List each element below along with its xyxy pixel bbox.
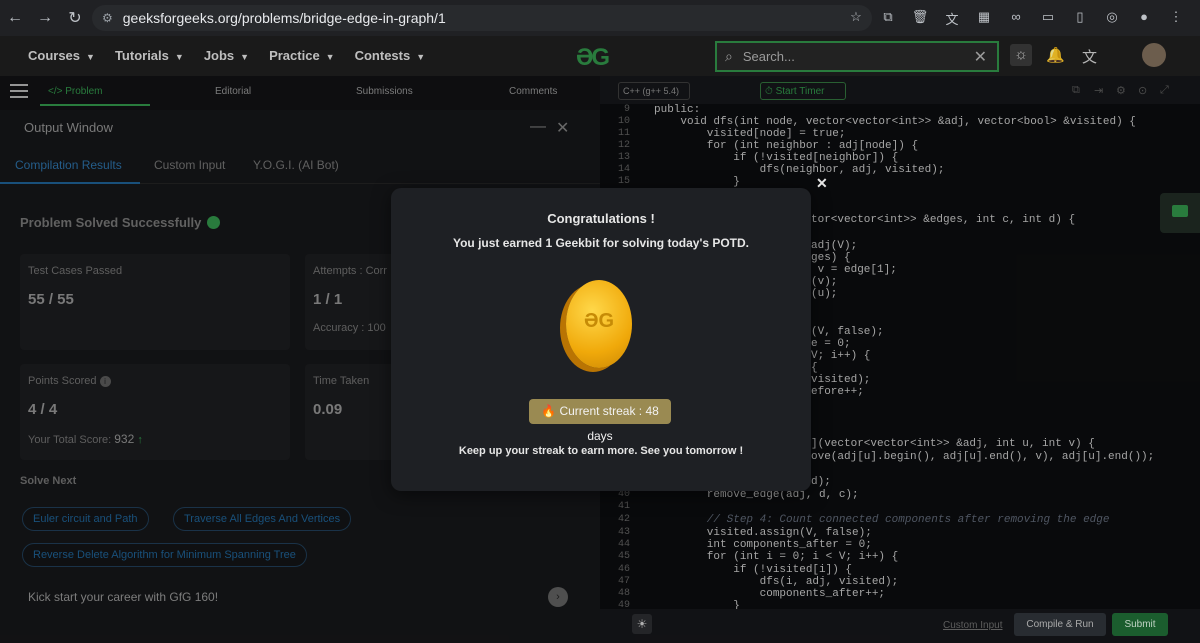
forward-icon[interactable]: → [30,9,60,27]
browser-toolbar: ← → ↻ ⚙ geeksforgeeks.org/problems/bridg… [0,0,1200,36]
back-icon[interactable]: ← [0,9,30,27]
geekbit-coin-icon: ƏG [566,280,632,368]
modal-close-icon[interactable]: ✕ [816,175,828,192]
delete-icon[interactable]: 🗑 [904,9,936,28]
address-bar[interactable]: ⚙ geeksforgeeks.org/problems/bridge-edge… [92,5,872,31]
site-info-icon[interactable]: ⚙ [102,11,113,25]
modal-message: You just earned 1 Geekbit for solving to… [452,236,750,250]
extension-toolbar: ☆ ⧉ 🗑 文 ▦ ∞ ▭ ▯ ◎ ● ⋮ [840,9,1192,28]
link-icon[interactable]: ∞ [1000,9,1032,28]
modal-footer-text: Keep up your streak to earn more. See yo… [458,445,744,457]
extensions-icon[interactable]: ⧉ [872,9,904,28]
profile-icon[interactable]: ● [1128,9,1160,28]
modal-title: Congratulations ! [547,211,655,226]
streak-badge: 🔥 Current streak : 48 days [529,399,671,443]
device-icon[interactable]: ▭ [1032,9,1064,28]
translate-icon[interactable]: 文 [936,9,968,28]
reload-icon[interactable]: ↻ [60,8,90,28]
qr-icon[interactable]: ▦ [968,9,1000,28]
ai-icon[interactable]: ◎ [1096,9,1128,28]
menu-icon[interactable]: ⋮ [1160,9,1192,28]
sidebar-icon[interactable]: ▯ [1064,9,1096,28]
url-text: geeksforgeeks.org/problems/bridge-edge-i… [122,10,446,26]
bookmark-star-icon[interactable]: ☆ [840,9,872,28]
